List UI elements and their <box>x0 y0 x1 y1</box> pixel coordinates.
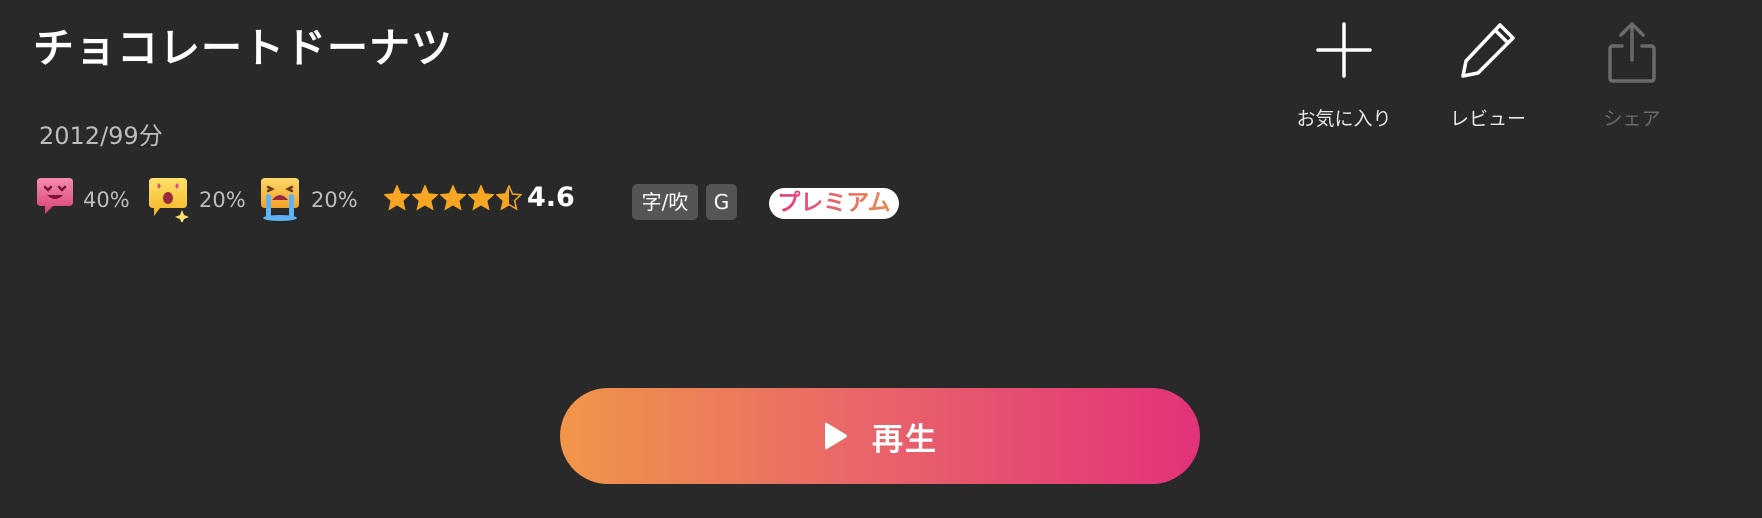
review-button[interactable]: レビュー <box>1428 18 1548 138</box>
crying-emoji-icon <box>261 178 299 221</box>
star-half-icon <box>496 185 522 211</box>
plus-icon <box>1316 22 1372 78</box>
subtitle-dub-badge: 字/吹 <box>632 184 698 220</box>
premium-label: プレミアム <box>777 190 891 216</box>
premium-badge: プレミアム <box>769 188 899 219</box>
star-full-icon <box>440 185 466 211</box>
title: チョコレートドーナツ <box>33 24 453 72</box>
favorite-button[interactable]: お気に入り <box>1284 18 1404 138</box>
pencil-icon <box>1461 23 1515 78</box>
play-icon <box>825 422 847 450</box>
rating-value: 4.6 <box>527 182 575 213</box>
reaction-surprise-percent: 20% <box>199 188 246 212</box>
reaction-love-percent: 40% <box>83 188 130 212</box>
age-rating-badge: G <box>706 184 737 220</box>
starstruck-emoji-icon <box>149 178 189 222</box>
star-full-icon <box>384 185 410 211</box>
play-button[interactable]: 再生 <box>560 388 1200 484</box>
heart-eyes-emoji-icon <box>37 178 73 214</box>
share-button[interactable]: シェア <box>1572 18 1692 138</box>
star-full-icon <box>468 185 494 211</box>
favorite-label: お気に入り <box>1296 108 1392 130</box>
reaction-cry-percent: 20% <box>311 188 358 212</box>
review-label: レビュー <box>1449 108 1526 130</box>
star-full-icon <box>412 185 438 211</box>
release-year-runtime: 2012/99分 <box>39 122 163 150</box>
share-label: シェア <box>1603 108 1661 130</box>
share-icon <box>1608 22 1656 83</box>
play-label: 再生 <box>872 421 938 457</box>
